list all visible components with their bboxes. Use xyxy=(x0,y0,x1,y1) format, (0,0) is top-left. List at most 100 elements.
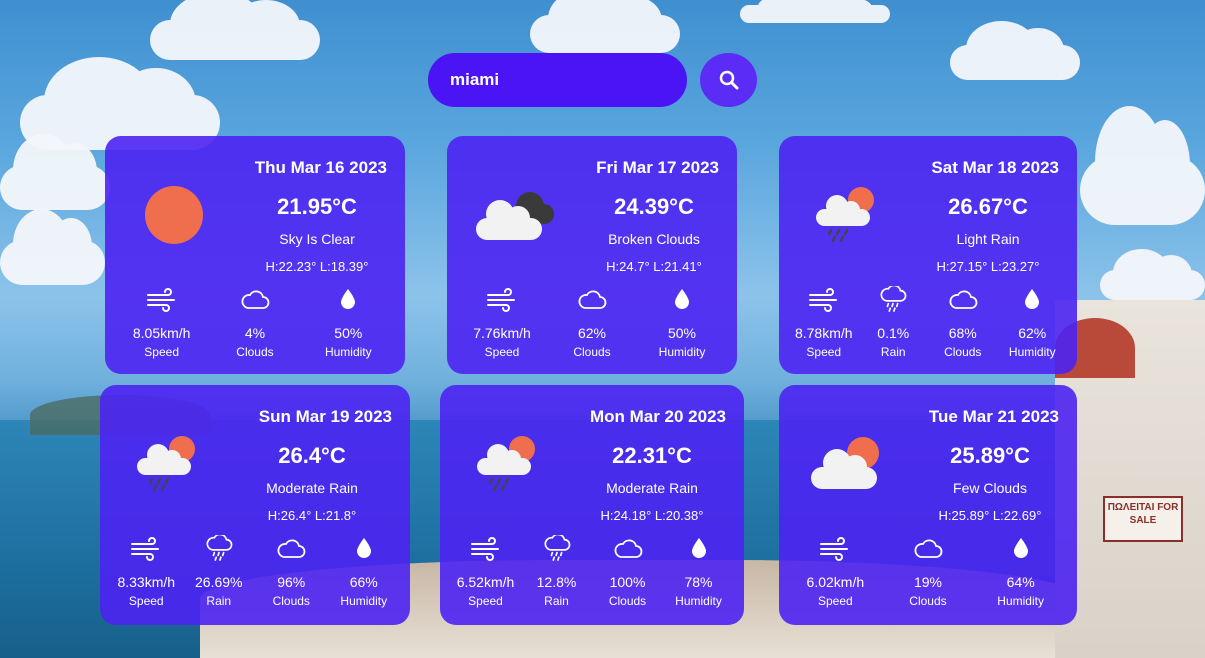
stat-label: Humidity xyxy=(675,594,722,608)
high-low: H:27.15° L:23.27° xyxy=(936,259,1040,274)
forecast-card: Sun Mar 19 2023 26.4°C Moderate Rain H:2… xyxy=(100,385,410,625)
stat-value: 19% xyxy=(913,574,942,590)
forecast-date: Thu Mar 16 2023 xyxy=(254,158,387,177)
bg-cloud xyxy=(0,133,110,210)
stat-value: 68% xyxy=(948,325,977,341)
cloud-icon xyxy=(240,286,270,317)
temperature: 26.67°C xyxy=(948,194,1028,219)
bg-cloud xyxy=(740,0,890,23)
stats-row: 8.05km/h Speed 4% Clouds 50% Humidity xyxy=(105,286,405,359)
stat-label: Rain xyxy=(544,594,569,608)
stat-value: 6.52km/h xyxy=(456,574,515,590)
stat-label: Speed xyxy=(817,594,853,608)
stats-row: 8.33km/h Speed 26.69% Rain 96% Clouds 66… xyxy=(100,533,410,608)
stat-item: 62% Clouds xyxy=(557,286,627,359)
search-button[interactable] xyxy=(700,53,757,107)
stat-item: 50% Humidity xyxy=(313,286,383,359)
stat-value: 7.76km/h xyxy=(473,325,531,341)
weather-description: Broken Clouds xyxy=(608,231,700,247)
wind-icon xyxy=(819,535,851,566)
stat-label: Humidity xyxy=(997,594,1044,608)
weather-description: Moderate Rain xyxy=(266,480,358,496)
sun-cloud-rain-icon xyxy=(474,433,540,498)
forecast-date: Fri Mar 17 2023 xyxy=(596,158,719,177)
stat-label: Clouds xyxy=(608,594,647,608)
stat-item: 78% Humidity xyxy=(664,535,734,608)
cloud-icon xyxy=(577,286,607,317)
forecast-card: Tue Mar 21 2023 25.89°C Few Clouds H:25.… xyxy=(779,385,1077,625)
forecast-date: Sat Mar 18 2023 xyxy=(931,158,1059,177)
stats-row: 6.52km/h Speed 12.8% Rain 100% Clouds 78… xyxy=(440,533,744,608)
stat-value: 62% xyxy=(1018,325,1047,341)
temperature: 22.31°C xyxy=(612,443,692,468)
stat-item: 62% Humidity xyxy=(998,286,1068,359)
stat-item: 7.76km/h Speed xyxy=(467,286,537,359)
stat-item: 64% Humidity xyxy=(986,535,1056,608)
stat-label: Clouds xyxy=(573,345,611,359)
drop-icon xyxy=(356,535,372,566)
drop-icon xyxy=(691,535,707,566)
stat-value: 8.05km/h xyxy=(132,325,191,341)
stat-label: Humidity xyxy=(324,345,372,359)
stat-label: Speed xyxy=(128,594,164,608)
bg-cloud xyxy=(150,0,320,60)
bg-cloud xyxy=(1100,249,1205,300)
stat-item: 4% Clouds xyxy=(220,286,290,359)
drop-icon xyxy=(674,286,690,317)
stat-value: 50% xyxy=(667,325,697,341)
wind-icon xyxy=(486,286,518,317)
stat-label: Clouds xyxy=(944,345,982,359)
stat-value: 78% xyxy=(684,574,713,590)
stat-label: Humidity xyxy=(658,345,706,359)
forecast-date: Sun Mar 19 2023 xyxy=(258,407,392,426)
stat-value: 50% xyxy=(334,325,363,341)
stat-label: Speed xyxy=(806,345,842,359)
stat-value: 12.8% xyxy=(536,574,577,590)
stat-item: 66% Humidity xyxy=(329,535,399,608)
temperature: 24.39°C xyxy=(614,194,694,219)
search-bar[interactable] xyxy=(428,53,687,107)
cloud-icon xyxy=(276,535,306,566)
stat-label: Rain xyxy=(880,345,906,359)
temperature: 25.89°C xyxy=(950,443,1030,468)
stat-value: 8.33km/h xyxy=(117,574,176,590)
stat-value: 4% xyxy=(244,325,266,341)
cloud-icon xyxy=(948,286,978,317)
stat-label: Humidity xyxy=(340,594,388,608)
bg-cloud xyxy=(950,20,1080,80)
sun-cloud-icon xyxy=(807,433,887,498)
stat-value: 66% xyxy=(349,574,378,590)
broken-clouds-icon xyxy=(472,184,562,249)
drop-icon xyxy=(1013,535,1029,566)
stat-item: 100% Clouds xyxy=(593,535,663,608)
bg-cloud xyxy=(0,208,105,285)
wind-icon xyxy=(130,535,162,566)
stat-value: 0.1% xyxy=(877,325,910,341)
sun-icon xyxy=(143,184,205,251)
high-low: H:26.4° L:21.8° xyxy=(267,508,357,523)
stats-row: 8.78km/h Speed 0.1% Rain 68% Clouds 62% … xyxy=(779,284,1077,359)
stat-label: Speed xyxy=(144,345,179,359)
stat-label: Speed xyxy=(468,594,503,608)
search-input[interactable] xyxy=(448,69,667,91)
bg-cloud xyxy=(1080,106,1205,225)
rain-icon xyxy=(542,533,572,566)
high-low: H:25.89° L:22.69° xyxy=(938,508,1042,523)
weather-description: Sky Is Clear xyxy=(279,231,355,247)
wind-icon xyxy=(808,286,840,317)
stat-item: 50% Humidity xyxy=(647,286,717,359)
weather-description: Moderate Rain xyxy=(606,480,698,496)
stat-label: Clouds xyxy=(909,594,947,608)
stat-value: 26.69% xyxy=(195,574,243,590)
stat-item: 8.05km/h Speed xyxy=(127,286,197,359)
forecast-card: Thu Mar 16 2023 21.95°C Sky Is Clear H:2… xyxy=(105,136,405,374)
search-icon xyxy=(719,70,738,90)
wind-icon xyxy=(470,535,502,566)
forecast-date: Mon Mar 20 2023 xyxy=(589,407,726,426)
stat-item: 6.02km/h Speed xyxy=(800,535,870,608)
stat-label: Rain xyxy=(206,594,232,608)
weather-description: Few Clouds xyxy=(953,480,1027,496)
rain-icon xyxy=(204,533,234,566)
drop-icon xyxy=(1024,286,1040,317)
stat-item: 96% Clouds xyxy=(256,535,326,608)
